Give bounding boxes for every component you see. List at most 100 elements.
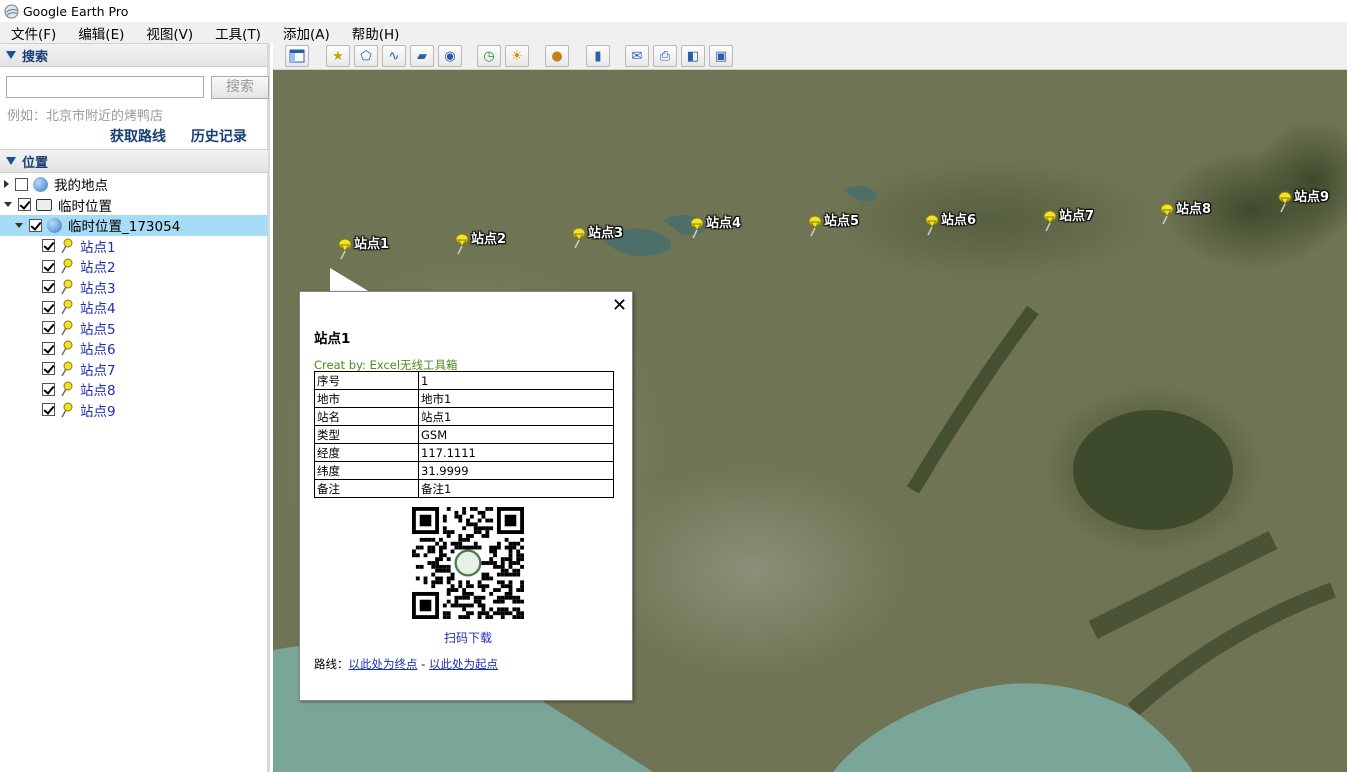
pushpin-icon	[690, 217, 704, 239]
table-row: 经度 117.1111	[314, 443, 614, 462]
map-marker[interactable]: 站点6	[923, 212, 976, 240]
marker-label: 站点4	[706, 216, 742, 231]
map-marker[interactable]: 站点5	[806, 213, 859, 241]
checkbox[interactable]	[42, 403, 55, 417]
attribute-value: 31.9999	[418, 461, 614, 480]
checkbox[interactable]	[18, 198, 31, 212]
checkbox[interactable]	[42, 341, 55, 355]
menu-edit[interactable]: 编辑(E)	[78, 23, 124, 43]
checkbox[interactable]	[42, 321, 55, 335]
add-placemark-button[interactable]: ★	[326, 45, 350, 67]
save-image-button[interactable]: ▣	[709, 45, 733, 67]
attribute-key: 序号	[314, 371, 419, 390]
map-marker[interactable]: 站点4	[688, 215, 741, 243]
checkbox[interactable]	[15, 177, 28, 191]
collapse-icon[interactable]	[4, 202, 12, 208]
menu-help[interactable]: 帮助(H)	[352, 23, 400, 43]
checkbox[interactable]	[42, 280, 55, 294]
planets-button[interactable]: ●	[545, 45, 569, 67]
placemark-item[interactable]: 站点1	[0, 236, 268, 257]
ruler-button[interactable]: ▮	[586, 45, 610, 67]
placemark-item[interactable]: 站点6	[0, 338, 268, 359]
marker-label: 站点3	[588, 226, 624, 241]
window-title: Google Earth Pro	[23, 3, 129, 19]
add-path-button[interactable]: ∿	[382, 45, 406, 67]
attribute-value: 地市1	[418, 389, 614, 408]
menu-view[interactable]: 视图(V)	[146, 23, 193, 43]
print-icon: ⎙	[659, 48, 671, 64]
checkbox[interactable]	[42, 300, 55, 314]
placemark-list: 站点1 站点2 站点3 站点4 站点5 站点6 站点7 站点8 站点9	[0, 236, 268, 421]
pushpin-icon	[61, 258, 73, 274]
view-in-maps-button[interactable]: ◧	[681, 45, 705, 67]
pushpin-icon	[61, 279, 73, 295]
email-button[interactable]: ✉	[625, 45, 649, 67]
scan-download-link[interactable]: 扫码下载	[444, 629, 492, 646]
placemark-item[interactable]: 站点2	[0, 256, 268, 277]
expand-icon[interactable]	[4, 180, 9, 189]
route-line: 路线：以此处为终点 - 以此处为起点	[314, 656, 498, 672]
search-panel-header[interactable]: 搜索	[0, 43, 267, 67]
info-balloon: 站点1 Creat by: Excel无线工具箱 序号 1 地市 地市1 站名 站点1 类型…	[299, 291, 633, 701]
search-button[interactable]: 搜索	[211, 76, 269, 99]
checkbox[interactable]	[42, 362, 55, 376]
planet-icon: ●	[551, 48, 563, 64]
pushpin-icon	[61, 381, 73, 397]
pushpin-icon	[1160, 203, 1174, 225]
checkbox[interactable]	[29, 218, 42, 232]
checkbox[interactable]	[42, 382, 55, 396]
checkbox[interactable]	[42, 259, 55, 273]
placemark-item[interactable]: 站点3	[0, 277, 268, 298]
map-marker[interactable]: 站点7	[1041, 208, 1094, 236]
historical-imagery-button[interactable]: ◷	[477, 45, 501, 67]
sidebar-toggle-button[interactable]	[285, 45, 309, 67]
google-earth-icon	[4, 3, 19, 19]
search-row: 搜索	[6, 76, 269, 99]
placemark-item[interactable]: 站点9	[0, 400, 268, 421]
record-tour-button[interactable]: ◉	[438, 45, 462, 67]
pushpin-icon	[1278, 191, 1292, 213]
placemark-label: 站点5	[80, 321, 116, 338]
map-marker[interactable]: 站点1	[336, 236, 389, 264]
route-to-here-link[interactable]: 以此处为终点	[349, 657, 418, 671]
print-button[interactable]: ⎙	[653, 45, 677, 67]
pushpin-icon	[338, 238, 352, 260]
checkbox[interactable]	[42, 239, 55, 253]
placemark-label: 站点8	[80, 383, 116, 400]
table-row: 地市 地市1	[314, 389, 614, 408]
add-overlay-button[interactable]: ▰	[410, 45, 434, 67]
places-panel-header[interactable]: 位置	[0, 149, 268, 173]
qr-code-image	[412, 507, 524, 619]
route-label: 路线：	[314, 657, 349, 671]
tree-node-my-places[interactable]: 我的地点	[0, 174, 268, 195]
menu-tools[interactable]: 工具(T)	[215, 23, 261, 43]
history-link[interactable]: 历史记录	[191, 129, 247, 145]
attribute-key: 备注	[314, 479, 419, 498]
pushpin-icon	[808, 215, 822, 237]
placemark-item[interactable]: 站点7	[0, 359, 268, 380]
menu-add[interactable]: 添加(A)	[283, 23, 330, 43]
menu-file[interactable]: 文件(F)	[11, 23, 56, 43]
marker-label: 站点8	[1176, 202, 1212, 217]
collapse-icon[interactable]	[15, 222, 23, 228]
map-marker[interactable]: 站点8	[1158, 201, 1211, 229]
route-from-here-link[interactable]: 以此处为起点	[429, 657, 498, 671]
sunlight-button[interactable]: ☀	[505, 45, 529, 67]
placemark-item[interactable]: 站点8	[0, 379, 268, 400]
pushpin-icon	[61, 402, 73, 418]
map-marker[interactable]: 站点2	[453, 231, 506, 259]
marker-label: 站点1	[354, 237, 390, 252]
title-bar: Google Earth Pro	[0, 0, 1347, 22]
add-polygon-button[interactable]: ⬠	[354, 45, 378, 67]
get-directions-link[interactable]: 获取路线	[110, 129, 166, 145]
placemark-item[interactable]: 站点4	[0, 297, 268, 318]
map-marker[interactable]: 站点9	[1276, 189, 1329, 217]
placemark-item[interactable]: 站点5	[0, 318, 268, 339]
map-marker[interactable]: 站点3	[570, 225, 623, 253]
tree-node-folder[interactable]: 临时位置_173054	[0, 215, 268, 236]
tree-node-temp-places[interactable]: 临时位置	[0, 195, 268, 216]
balloon-title: 站点1	[314, 331, 351, 347]
close-icon[interactable]: ✕	[612, 295, 627, 316]
overlay-icon: ▰	[417, 48, 427, 64]
search-input[interactable]	[6, 76, 204, 98]
